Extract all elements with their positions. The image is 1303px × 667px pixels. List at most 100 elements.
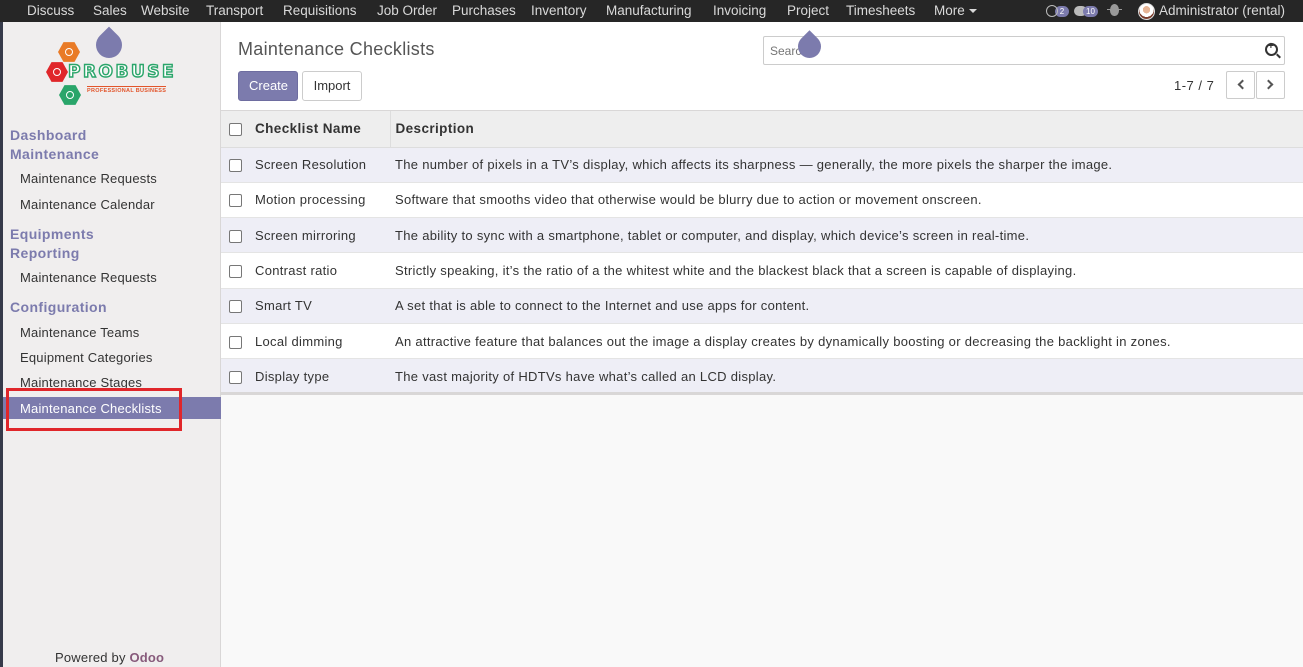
odoo-link[interactable]: Odoo xyxy=(129,650,164,665)
table-row[interactable]: Motion processing Software that smooths … xyxy=(221,182,1303,218)
menu-requisitions[interactable]: Requisitions xyxy=(283,0,357,22)
import-button[interactable]: Import xyxy=(302,71,362,101)
sidebar-edge xyxy=(0,22,3,667)
row-select-cell xyxy=(221,253,250,288)
menu-sales[interactable]: Sales xyxy=(93,0,127,22)
column-header-description[interactable]: Description xyxy=(390,111,1303,148)
description-cell[interactable]: The number of pixels in a TV’s display, … xyxy=(390,147,1303,182)
gear-hex-icon xyxy=(58,42,80,62)
pager-next-button[interactable] xyxy=(1256,71,1285,99)
checklist-name-cell[interactable]: Contrast ratio xyxy=(250,253,390,288)
sidebar: PROBUSE PROFESSIONAL BUSINESS Dashboard … xyxy=(0,22,221,667)
row-select-cell xyxy=(221,359,250,394)
checklist-name-cell[interactable]: Local dimming xyxy=(250,323,390,358)
search-box[interactable] xyxy=(763,30,1285,65)
row-checkbox[interactable] xyxy=(229,265,242,279)
search-input[interactable] xyxy=(768,43,1248,59)
menu-discuss[interactable]: Discuss xyxy=(27,0,74,22)
column-header-checklist-name[interactable]: Checklist Name xyxy=(250,111,391,148)
powered-by: Powered by Odoo xyxy=(55,650,164,665)
table-row[interactable]: Display type The vast majority of HDTVs … xyxy=(221,358,1303,395)
menu-timesheets[interactable]: Timesheets xyxy=(846,0,915,22)
sidebar-item-equipment-categories[interactable]: Equipment Categories xyxy=(20,350,153,366)
menu-more-label: More xyxy=(934,3,965,18)
logo-tagline: PROFESSIONAL BUSINESS xyxy=(87,86,167,94)
description-cell[interactable]: Strictly speaking, it’s the ratio of a t… xyxy=(390,253,1303,288)
company-logo[interactable]: PROBUSE PROFESSIONAL BUSINESS xyxy=(44,26,189,115)
messages-indicator[interactable]: 10 xyxy=(1074,0,1098,22)
tools-hex-icon xyxy=(59,85,81,105)
table-row[interactable]: Contrast ratio Strictly speaking, it’s t… xyxy=(221,253,1303,289)
menu-manufacturing[interactable]: Manufacturing xyxy=(606,0,692,22)
activity-indicator[interactable]: 2 xyxy=(1046,0,1069,22)
search-hex-icon xyxy=(46,62,68,82)
checklist-name-cell[interactable]: Screen Resolution xyxy=(250,147,390,182)
row-checkbox[interactable] xyxy=(229,194,242,208)
menu-more[interactable]: More xyxy=(934,0,977,22)
description-cell[interactable]: The ability to sync with a smartphone, t… xyxy=(390,218,1303,253)
search-icon[interactable] xyxy=(1265,41,1278,56)
section-reporting[interactable]: Reporting xyxy=(10,244,160,263)
table-row[interactable]: Screen Resolution The number of pixels i… xyxy=(221,147,1303,183)
table-row[interactable]: Local dimming An attractive feature that… xyxy=(221,323,1303,359)
row-checkbox[interactable] xyxy=(229,300,242,314)
powered-by-prefix: Powered by xyxy=(55,650,126,665)
description-cell[interactable]: The vast majority of HDTVs have what’s c… xyxy=(390,359,1303,394)
caret-down-icon xyxy=(968,9,977,13)
clock-icon xyxy=(1046,5,1058,17)
sidebar-item-reporting-maintenance-requests[interactable]: Maintenance Requests xyxy=(20,270,157,286)
menu-transport[interactable]: Transport xyxy=(206,0,263,22)
avatar[interactable] xyxy=(1138,3,1155,20)
main-content: Maintenance Checklists Create Import 1-7… xyxy=(221,22,1303,667)
select-all-checkbox[interactable] xyxy=(229,123,242,137)
table-header-row: Checklist Name Description xyxy=(221,111,1303,148)
section-maintenance[interactable]: Maintenance xyxy=(10,145,160,164)
checklist-name-cell[interactable]: Smart TV xyxy=(250,288,390,323)
checklist-name-cell[interactable]: Motion processing xyxy=(250,182,390,217)
chevron-left-icon xyxy=(1237,79,1248,90)
annotation-highlight-box xyxy=(6,388,182,431)
sidebar-item-maintenance-requests[interactable]: Maintenance Requests xyxy=(20,171,157,187)
menu-purchases[interactable]: Purchases xyxy=(452,0,516,22)
row-checkbox[interactable] xyxy=(229,335,242,349)
table-row[interactable]: Smart TV A set that is able to connect t… xyxy=(221,288,1303,324)
pager-previous-button[interactable] xyxy=(1226,71,1255,99)
menu-inventory[interactable]: Inventory xyxy=(531,0,587,22)
menu-project[interactable]: Project xyxy=(787,0,829,22)
row-checkbox[interactable] xyxy=(229,159,242,173)
chevron-right-icon xyxy=(1263,79,1274,90)
control-panel: Maintenance Checklists Create Import 1-7… xyxy=(221,22,1303,111)
message-count-badge: 10 xyxy=(1083,5,1098,17)
section-configuration[interactable]: Configuration xyxy=(10,298,160,317)
user-menu[interactable]: Administrator (rental) xyxy=(1159,0,1285,22)
description-cell[interactable]: Software that smooths video that otherwi… xyxy=(390,182,1303,217)
row-select-cell xyxy=(221,288,250,323)
description-cell[interactable]: An attractive feature that balances out … xyxy=(390,323,1303,358)
description-cell[interactable]: A set that is able to connect to the Int… xyxy=(390,288,1303,323)
row-select-cell xyxy=(221,147,250,182)
create-button[interactable]: Create xyxy=(238,71,298,101)
checklist-table: Checklist Name Description Screen Resolu… xyxy=(221,111,1303,395)
menu-website[interactable]: Website xyxy=(141,0,190,22)
row-select-cell xyxy=(221,323,250,358)
table-footer xyxy=(221,392,1303,395)
checklist-name-cell[interactable]: Display type xyxy=(250,359,390,394)
row-select-cell xyxy=(221,218,250,253)
pager-value[interactable]: 1-7 / 7 xyxy=(1174,78,1214,93)
top-navbar: Discuss Sales Website Transport Requisit… xyxy=(0,0,1303,22)
menu-job-order[interactable]: Job Order xyxy=(377,0,437,22)
sidebar-item-maintenance-calendar[interactable]: Maintenance Calendar xyxy=(20,197,155,213)
table-row[interactable]: Screen mirroring The ability to sync wit… xyxy=(221,217,1303,253)
drop-icon xyxy=(90,26,128,64)
row-checkbox[interactable] xyxy=(229,370,242,384)
bug-icon[interactable] xyxy=(1107,4,1122,16)
page-title: Maintenance Checklists xyxy=(238,39,435,59)
row-checkbox[interactable] xyxy=(229,229,242,243)
row-select-cell xyxy=(221,182,250,217)
section-equipments[interactable]: Equipments xyxy=(10,225,160,244)
section-dashboard[interactable]: Dashboard xyxy=(10,126,160,145)
select-all-cell xyxy=(221,111,250,148)
checklist-name-cell[interactable]: Screen mirroring xyxy=(250,218,390,253)
menu-invoicing[interactable]: Invoicing xyxy=(713,0,766,22)
sidebar-item-maintenance-teams[interactable]: Maintenance Teams xyxy=(20,325,140,341)
